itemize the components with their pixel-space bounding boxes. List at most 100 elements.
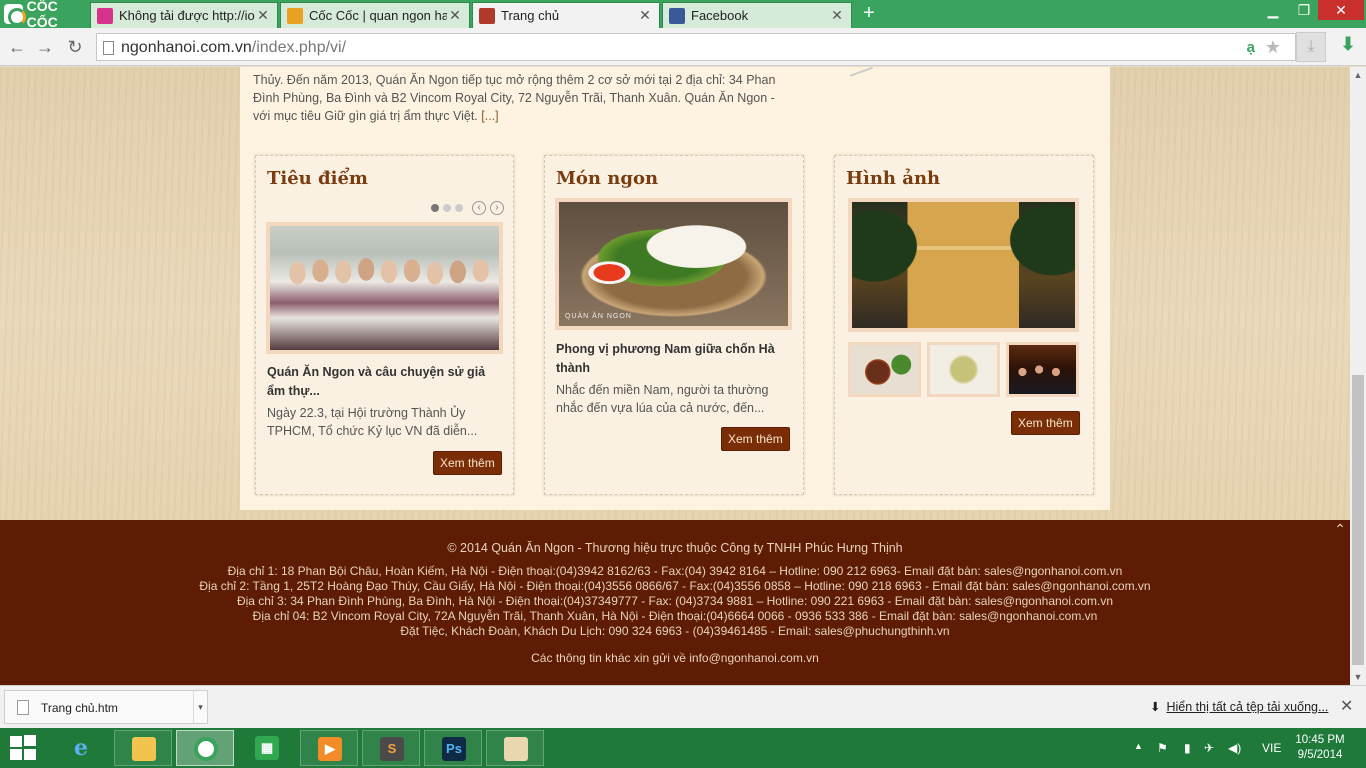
browser-logo[interactable]: CỐC CỐC [0, 0, 88, 30]
tab-close-icon[interactable]: ✕ [447, 7, 463, 24]
page-scrollbar[interactable]: ▲ ▼ [1350, 67, 1366, 685]
intro-read-more-link[interactable]: [...] [481, 109, 498, 123]
card-heading: Tiêu điểm [267, 168, 368, 189]
footer-address-line: Địa chỉ 04: B2 Vincom Royal City, 72A Ng… [252, 609, 1098, 623]
internet-explorer-icon: e [74, 735, 88, 761]
volume-icon[interactable]: ◀) [1228, 741, 1241, 755]
back-arrow-icon[interactable]: ← [6, 36, 28, 58]
dish-photo[interactable]: QUÁN ĂN NGON [555, 198, 792, 330]
store-icon: ▦ [255, 736, 279, 760]
airplane-mode-icon[interactable]: ✈ [1204, 741, 1214, 755]
slider-dot-3[interactable] [455, 204, 463, 212]
address-bar[interactable]: ngonhanoi.com.vn/index.php/vi/ ạ ★ [96, 33, 1296, 61]
see-more-button[interactable]: Xem thêm [1011, 411, 1080, 435]
footer-address-line: Đặt Tiệc, Khách Đoàn, Khách Du Lịch: 090… [400, 624, 950, 638]
footer-contact: Các thông tin khác xin gửi về info@ngonh… [531, 651, 819, 665]
main-content: Thủy. Đến năm 2013, Quán Ăn Ngon tiếp tụ… [240, 67, 1110, 510]
close-window-icon[interactable]: ✕ [1318, 0, 1364, 20]
action-center-flag-icon[interactable]: ⚑ [1157, 741, 1168, 755]
tab-title: Cốc Cốc | quan ngon ha n [309, 8, 447, 23]
restore-icon[interactable]: ❐ [1290, 0, 1318, 20]
tab-trang-chu[interactable]: Trang chủ ✕ [472, 2, 660, 28]
slider-dots [427, 204, 463, 212]
url-text[interactable]: ngonhanoi.com.vn/index.php/vi/ [121, 39, 346, 57]
gallery-thumb-1[interactable] [848, 342, 921, 397]
translate-icon[interactable]: ạ [1247, 39, 1255, 56]
tab-facebook[interactable]: Facebook ✕ [662, 2, 852, 28]
scroll-down-icon[interactable]: ▼ [1350, 669, 1366, 685]
slider-dot-2[interactable] [443, 204, 451, 212]
clock-time: 10:45 PM [1295, 734, 1345, 746]
coccoc-browser-icon [194, 737, 218, 761]
card-heading: Món ngon [556, 168, 659, 189]
savior-download-icon[interactable]: ⤓ [1296, 32, 1326, 62]
card-tieu-diem: Tiêu điểm ‹ › Quán Ăn Ngon và câu chuyện… [255, 155, 514, 495]
folder-icon [132, 737, 156, 761]
show-all-downloads-link[interactable]: ⬇ Hiển thị tất cả tệp tải xuống... [1150, 699, 1328, 714]
page-icon [103, 41, 114, 55]
see-more-button[interactable]: Xem thêm [721, 427, 790, 451]
taskbar-paint[interactable] [486, 730, 544, 766]
card-heading: Hình ảnh [846, 168, 941, 189]
download-item[interactable]: Trang chủ.htm ▾ [4, 690, 208, 724]
reload-icon[interactable]: ↻ [64, 36, 86, 58]
photoshop-icon: Ps [442, 737, 466, 761]
download-shelf: Trang chủ.htm ▾ ⬇ Hiển thị tất cả tệp tải… [0, 685, 1366, 728]
dish-title[interactable]: Phong vị phương Nam giữa chốn Hà thành [556, 340, 792, 378]
focus-news-excerpt: Ngày 22.3, tại Hội trường Thành Ủy TPHCM… [267, 406, 478, 438]
scrollbar-thumb[interactable] [1352, 375, 1364, 665]
gallery-thumb-3[interactable] [1006, 342, 1079, 397]
bookmark-star-icon[interactable]: ★ [1265, 37, 1281, 58]
browser-tab-strip: CỐC CỐC Không tải được http://ion ✕ Cốc … [0, 0, 1366, 30]
card-hinh-anh: Hình ảnh Xem thêm [834, 155, 1094, 495]
taskbar-media-player[interactable]: ▶ [300, 730, 358, 766]
new-tab-plus-icon[interactable]: + [858, 3, 880, 24]
decorative-pen-icon [847, 67, 873, 77]
site-footer: ⌃ © 2014 Quán Ăn Ngon - Thương hiệu trực… [0, 520, 1350, 685]
close-shelf-icon[interactable]: ✕ [1340, 696, 1353, 716]
taskbar-store[interactable]: ▦ [238, 730, 296, 766]
intro-paragraph: Thủy. Đến năm 2013, Quán Ăn Ngon tiếp tụ… [253, 71, 778, 125]
see-more-button[interactable]: Xem thêm [433, 451, 502, 475]
scroll-to-top-icon[interactable]: ⌃ [1334, 522, 1346, 537]
tab-close-icon[interactable]: ✕ [637, 7, 653, 24]
tab-favicon-icon [287, 7, 303, 24]
paint-palette-icon [504, 737, 528, 761]
tab-title: Trang chủ [501, 8, 560, 23]
tab-favicon-icon [479, 7, 495, 24]
slider-next-icon[interactable]: › [490, 201, 504, 215]
gallery-main-photo[interactable] [848, 198, 1079, 332]
scroll-up-icon[interactable]: ▲ [1350, 67, 1366, 83]
taskbar-sublime[interactable]: S [362, 730, 420, 766]
tab-close-icon[interactable]: ✕ [255, 7, 271, 24]
taskbar-file-explorer[interactable] [114, 730, 172, 766]
minimize-icon[interactable]: ▁ [1258, 0, 1288, 20]
browser-logo-text: CỐC CỐC [26, 0, 58, 30]
tab-khong-tai-duoc[interactable]: Không tải được http://ion ✕ [90, 2, 278, 28]
system-clock[interactable]: 10:45 PM 9/5/2014 [1290, 733, 1350, 763]
input-language[interactable]: VIE [1262, 741, 1281, 755]
navigation-bar: ← → ↻ ngonhanoi.com.vn/index.php/vi/ ạ ★… [0, 28, 1366, 66]
windows-start-icon[interactable] [8, 734, 38, 762]
battery-icon[interactable]: ▮ [1184, 741, 1191, 755]
taskbar-ie[interactable]: e [52, 730, 110, 766]
windows-taskbar: e ▦ ▶ S Ps ▲ ⚑ ▮ ✈ ◀) VIE 10:45 PM 9/5/2… [0, 728, 1366, 768]
downloads-arrow-icon[interactable]: ⬇ [1336, 34, 1360, 60]
gallery-thumb-2[interactable] [927, 342, 1000, 397]
download-menu-chevron-icon[interactable]: ▾ [193, 691, 207, 723]
taskbar-photoshop[interactable]: Ps [424, 730, 482, 766]
focus-news-title[interactable]: Quán Ăn Ngon và câu chuyện sử giả ẩm thự… [267, 363, 503, 401]
slider-prev-icon[interactable]: ‹ [472, 201, 486, 215]
media-player-icon: ▶ [318, 737, 342, 761]
slider-dot-1[interactable] [431, 204, 439, 212]
sublime-text-icon: S [380, 737, 404, 761]
tab-coccoc-search[interactable]: Cốc Cốc | quan ngon ha n ✕ [280, 2, 470, 28]
forward-arrow-icon[interactable]: → [34, 36, 56, 58]
url-domain: ngonhanoi.com.vn [121, 39, 252, 56]
tray-expand-icon[interactable]: ▲ [1134, 741, 1143, 751]
focus-news-photo[interactable] [266, 222, 503, 354]
taskbar-coccoc[interactable] [176, 730, 234, 766]
download-arrow-icon: ⬇ [1150, 700, 1161, 714]
clock-date: 9/5/2014 [1297, 749, 1343, 761]
tab-close-icon[interactable]: ✕ [829, 7, 845, 24]
